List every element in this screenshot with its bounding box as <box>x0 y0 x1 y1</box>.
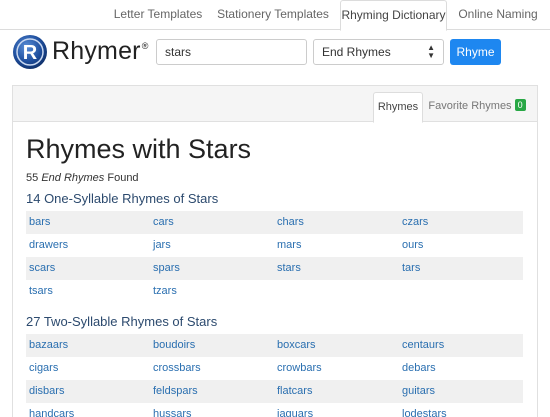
table-row: scars spars stars tars <box>26 257 523 280</box>
nav-tab-rhyming-dictionary[interactable]: Rhyming Dictionary <box>340 0 447 31</box>
rhyme-word-link[interactable]: jaguars <box>277 403 313 417</box>
svg-text:R: R <box>23 42 38 64</box>
table-row: bazaars boudoirs boxcars centaurs <box>26 334 523 357</box>
rhyme-word-link[interactable]: cars <box>153 211 174 234</box>
rhyme-word-link[interactable]: lodestars <box>402 403 447 417</box>
rhyme-word-link[interactable]: centaurs <box>402 334 444 357</box>
table-row: cigars crossbars crowbars debars <box>26 357 523 380</box>
rhyme-word-link[interactable]: jars <box>153 234 171 257</box>
results-count-mode: End Rhymes <box>41 172 105 184</box>
rhyme-word-link[interactable]: stars <box>277 257 301 280</box>
rhyme-grid-one-syllable: bars cars chars czars drawers jars mars ours sca… <box>26 211 523 303</box>
rhyme-button[interactable]: Rhyme <box>450 39 501 65</box>
select-arrows-icon: ▲ ▼ <box>427 43 435 60</box>
favorites-count-badge: 0 <box>514 99 526 111</box>
rhyme-word-link[interactable]: tzars <box>153 280 177 303</box>
rhyme-mode-selected: End Rhymes <box>322 45 391 59</box>
rhyme-word-link[interactable]: hussars <box>153 403 192 417</box>
rhyme-word-link[interactable]: tars <box>402 257 420 280</box>
table-row: disbars feldspars flatcars guitars <box>26 380 523 403</box>
rhyme-word-link[interactable]: tsars <box>29 280 53 303</box>
tab-favorite-rhymes-label: Favorite Rhymes <box>428 100 512 112</box>
section-heading-one-syllable: 14 One-Syllable Rhymes of Stars <box>26 191 219 206</box>
rhyme-word-link[interactable]: flatcars <box>277 380 312 403</box>
rhyme-word-link[interactable]: bazaars <box>29 334 68 357</box>
rhyme-word-link[interactable]: chars <box>277 211 304 234</box>
rhyme-word-link[interactable]: disbars <box>29 380 64 403</box>
top-nav: Letter Templates Stationery Templates Rh… <box>0 0 550 31</box>
rhyme-word-link[interactable]: crossbars <box>153 357 201 380</box>
page-title: Rhymes with Stars <box>26 134 252 164</box>
rhyme-word-link[interactable]: mars <box>277 234 301 257</box>
rhyme-word-link[interactable]: debars <box>402 357 436 380</box>
rhyme-word-link[interactable]: boxcars <box>277 334 316 357</box>
table-row: drawers jars mars ours <box>26 234 523 257</box>
search-input[interactable] <box>156 39 307 65</box>
rhyme-word-link[interactable]: scars <box>29 257 55 280</box>
table-row: bars cars chars czars <box>26 211 523 234</box>
rhyme-word-link[interactable]: guitars <box>402 380 435 403</box>
results-count: 55 End Rhymes Found <box>26 172 139 184</box>
logo-registered-mark: ® <box>141 41 149 52</box>
section-heading-two-syllable: 27 Two-Syllable Rhymes of Stars <box>26 314 218 329</box>
nav-tab-online-naming[interactable]: Online Naming <box>455 0 541 30</box>
rhyme-mode-select[interactable]: End Rhymes ▲ ▼ <box>313 39 444 65</box>
site-logo[interactable]: R Rhymer® <box>12 32 149 72</box>
rhyme-word-link[interactable]: czars <box>402 211 428 234</box>
rhyme-word-link[interactable]: bars <box>29 211 50 234</box>
rhyme-word-link[interactable]: ours <box>402 234 423 257</box>
table-row: handcars hussars jaguars lodestars <box>26 403 523 417</box>
rhyme-word-link[interactable]: cigars <box>29 357 58 380</box>
panel-tab-bar: Rhymes Favorite Rhymes 0 <box>13 86 537 123</box>
rhyme-grid-two-syllable: bazaars boudoirs boxcars centaurs cigars cros… <box>26 334 523 417</box>
rhymer-logo-icon: R <box>13 35 47 69</box>
rhyme-word-link[interactable]: boudoirs <box>153 334 195 357</box>
rhyme-word-link[interactable]: spars <box>153 257 180 280</box>
nav-tab-stationery-templates[interactable]: Stationery Templates <box>213 0 333 30</box>
rhyme-word-link[interactable]: crowbars <box>277 357 322 380</box>
rhyme-word-link[interactable]: drawers <box>29 234 68 257</box>
rhyme-word-link[interactable]: handcars <box>29 403 74 417</box>
nav-tab-letter-templates[interactable]: Letter Templates <box>110 0 206 30</box>
rhyme-word-link[interactable]: feldspars <box>153 380 198 403</box>
results-count-suffix: Found <box>107 172 139 184</box>
tab-rhymes[interactable]: Rhymes <box>373 92 423 123</box>
logo-wordmark: Rhymer <box>52 36 141 65</box>
table-row: tsars tzars <box>26 280 523 303</box>
tab-favorite-rhymes[interactable]: Favorite Rhymes 0 <box>427 92 527 122</box>
results-count-number: 55 <box>26 172 39 184</box>
